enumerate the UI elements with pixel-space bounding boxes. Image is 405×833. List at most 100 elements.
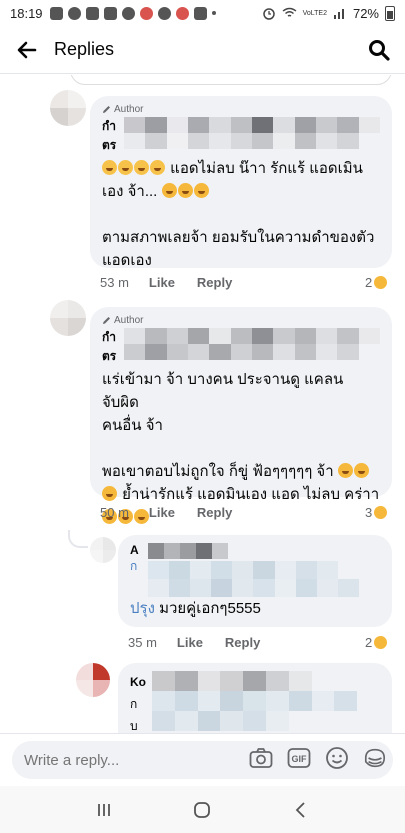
reaction-count[interactable]: 2	[365, 275, 388, 290]
like-button[interactable]: Like	[149, 505, 175, 520]
tagged-name[interactable]: ปรุง	[130, 600, 155, 617]
recent-apps-icon	[98, 803, 111, 816]
blurred-name	[124, 328, 380, 360]
previous-comment-bubble	[70, 75, 392, 85]
comment-line: มวยคู่เอกๆ5555	[159, 600, 261, 617]
comment-line: ตามสภาพเลยจ้า ยอมรับในความดำของตัว	[102, 229, 375, 246]
blurred-name	[124, 117, 380, 149]
grin-emoji-icon	[102, 160, 117, 175]
header: Replies	[0, 26, 405, 74]
commenter-name-prefix[interactable]: กำ	[102, 117, 120, 136]
app-icon	[157, 6, 171, 20]
comment-text: ปรุง มวยคู่เอกๆ5555	[130, 597, 380, 620]
like-button[interactable]: Like	[149, 275, 175, 290]
android-nav-bar	[0, 786, 405, 833]
emoji-button[interactable]	[325, 746, 349, 770]
chevron-left-icon	[295, 801, 305, 818]
rofl-emoji-icon	[193, 183, 209, 198]
replies-list[interactable]: Author กำ ตร แอดไม่ลบ น๊าา รักแร้ แอดเมิ…	[0, 75, 405, 733]
author-badge: Author	[102, 104, 380, 115]
avatar[interactable]	[76, 663, 110, 697]
network-label: VoLTE2	[302, 9, 327, 17]
comment-line: พอเขาตอบไม่ถูกใจ ก็ขู่ ฟ้อๆๆๆๆๆ จ้า	[102, 463, 334, 480]
avatar[interactable]	[90, 537, 116, 563]
blurred-name	[148, 543, 380, 559]
blurred-text	[148, 561, 380, 597]
author-label: Author	[114, 315, 144, 326]
gif-button[interactable]: GIF	[287, 746, 311, 770]
smiley-icon	[326, 747, 348, 769]
camera-icon	[249, 748, 273, 768]
search-icon	[369, 39, 390, 61]
rofl-emoji-icon	[353, 463, 369, 478]
reaction-count[interactable]: 3	[365, 505, 388, 520]
sticker-button[interactable]	[363, 746, 387, 770]
grin-emoji-icon	[134, 160, 149, 175]
comment-line: แอดเอง	[102, 252, 152, 269]
reaction-number: 2	[365, 635, 373, 650]
app-icon	[139, 6, 153, 20]
comment-bubble[interactable]: A ก ปรุง มวยคู่เอกๆ5555	[118, 535, 392, 627]
rofl-emoji-icon	[102, 486, 117, 501]
haha-reaction-icon	[374, 636, 388, 649]
battery-icon	[385, 5, 395, 21]
reaction-number: 3	[365, 505, 373, 520]
haha-reaction-icon	[374, 276, 388, 289]
thread-connector	[68, 530, 88, 548]
comment-line: แร่เข้ามา จ้า บางคน ประจานดู แคลน จับผิด	[102, 371, 344, 411]
commenter-name-prefix[interactable]: Ko	[130, 671, 148, 693]
haha-reaction-icon	[374, 506, 388, 519]
google-icon	[121, 6, 135, 20]
rofl-emoji-icon	[177, 183, 193, 198]
reaction-number: 2	[365, 275, 373, 290]
youtube-icon	[103, 6, 117, 20]
rofl-emoji-icon	[337, 463, 353, 478]
comment-text: แอดไม่ลบ น๊าา รักแร้ แอดเมิน เอง จ้า... …	[102, 157, 380, 272]
back-nav-button[interactable]	[286, 795, 316, 825]
avatar[interactable]	[50, 300, 86, 336]
comment-bubble[interactable]: Author กำ ตร แร่เข้ามา จ้า บางคน ประจานด…	[90, 307, 392, 524]
avatar[interactable]	[50, 90, 86, 126]
comment-bubble[interactable]: Author กำ ตร แอดไม่ลบ น๊าา รักแร้ แอดเมิ…	[90, 96, 392, 269]
alarm-icon	[262, 8, 275, 20]
comment-time: 53 m	[100, 275, 129, 290]
app-icon	[175, 6, 189, 20]
commenter-name-prefix-2: ตร	[102, 138, 117, 152]
commenter-name-prefix-3: บ	[130, 719, 138, 733]
home-button[interactable]	[187, 795, 217, 825]
recent-apps-button[interactable]	[89, 795, 119, 825]
reply-button[interactable]: Reply	[197, 275, 232, 290]
like-button[interactable]: Like	[177, 635, 203, 650]
search-button[interactable]	[353, 26, 405, 74]
gif-icon: GIF	[287, 748, 311, 768]
back-button[interactable]	[0, 26, 54, 74]
signal-icon	[333, 9, 344, 19]
commenter-name-prefix-2: ตร	[102, 349, 117, 363]
grin-emoji-icon	[118, 160, 133, 175]
comment-actions: 50 m Like Reply	[100, 505, 254, 520]
comment-time: 35 m	[128, 635, 157, 650]
commenter-name-prefix[interactable]: A	[130, 543, 144, 557]
blurred-text	[152, 671, 380, 731]
commenter-name-prefix[interactable]: กำ	[102, 328, 120, 347]
comment-actions: 35 m Like Reply	[128, 635, 282, 650]
facebook-icon	[67, 6, 81, 20]
commenter-name-prefix-2: ก	[130, 559, 138, 573]
back-arrow-icon	[17, 41, 37, 58]
author-label: Author	[114, 104, 144, 115]
status-time: 18:19	[10, 5, 43, 21]
comment-bubble[interactable]: Ko ก บ	[118, 663, 392, 733]
author-badge: Author	[102, 315, 380, 326]
comment-actions: 53 m Like Reply	[100, 275, 254, 290]
reaction-count[interactable]: 2	[365, 635, 388, 650]
more-dot-icon	[211, 11, 216, 15]
sticker-icon	[364, 748, 386, 768]
reply-button[interactable]: Reply	[197, 505, 232, 520]
pencil-icon	[103, 317, 110, 324]
pencil-icon	[103, 106, 110, 113]
comment-line: คนอื่น จ้า	[102, 417, 163, 434]
camera-button[interactable]	[249, 746, 273, 770]
reply-button[interactable]: Reply	[225, 635, 260, 650]
comment-line: เอง จ้า...	[102, 183, 158, 200]
comment-time: 50 m	[100, 505, 129, 520]
